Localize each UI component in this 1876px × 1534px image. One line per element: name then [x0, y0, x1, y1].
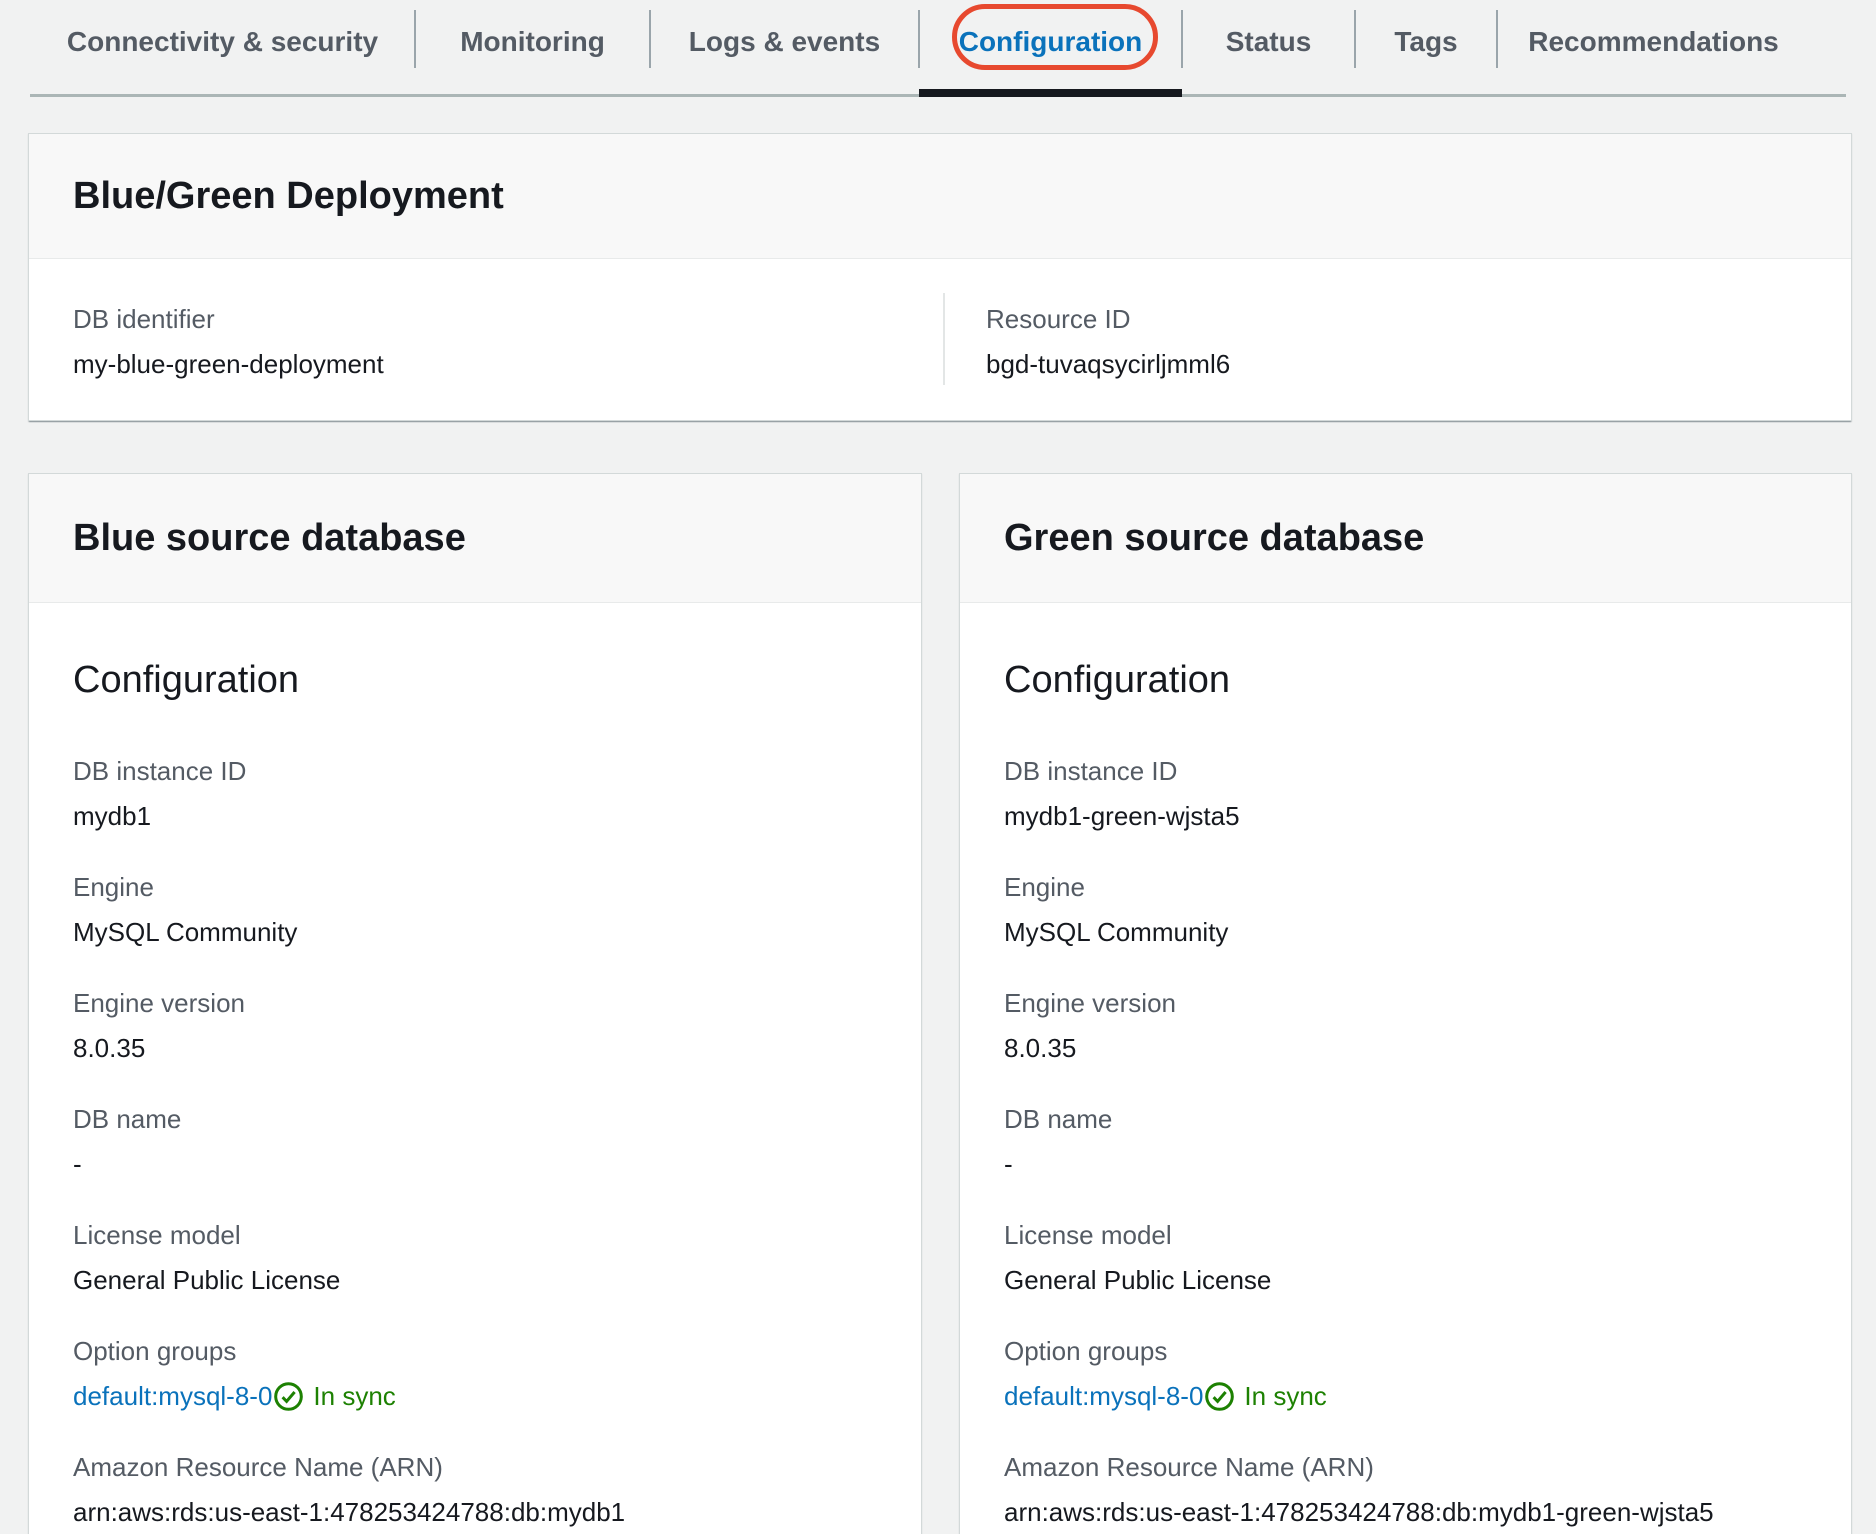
- field-value: bgd-tuvaqsycirljmml6: [986, 346, 1851, 382]
- tab-recommendations[interactable]: Recommendations: [1497, 0, 1810, 97]
- db-instance-id-field: DB instance ID mydb1-green-wjsta5: [1004, 753, 1807, 834]
- license-model-field: License model General Public License: [1004, 1217, 1807, 1298]
- field-label: Resource ID: [986, 301, 1851, 337]
- engine-version-field: Engine version 8.0.35: [1004, 985, 1807, 1066]
- blue-source-database-panel: Blue source database Configuration DB in…: [28, 473, 922, 1534]
- tab-status[interactable]: Status: [1182, 0, 1355, 97]
- field-label: DB name: [1004, 1101, 1807, 1137]
- tab-label: Status: [1226, 26, 1312, 58]
- field-value: -: [1004, 1146, 1807, 1182]
- tab-label: Configuration: [959, 26, 1143, 58]
- tab-logs-events[interactable]: Logs & events: [650, 0, 919, 97]
- field-label: DB name: [73, 1101, 877, 1137]
- engine-version-field: Engine version 8.0.35: [73, 985, 877, 1066]
- panel-body: DB identifier my-blue-green-deployment R…: [29, 259, 1851, 382]
- db-identifier-field: DB identifier my-blue-green-deployment: [29, 259, 943, 382]
- panel-body: Configuration DB instance ID mydb1-green…: [960, 603, 1851, 1530]
- field-value: my-blue-green-deployment: [73, 346, 943, 382]
- arn-field: Amazon Resource Name (ARN) arn:aws:rds:u…: [73, 1449, 877, 1530]
- blue-green-deployment-panel: Blue/Green Deployment DB identifier my-b…: [28, 133, 1852, 421]
- resource-id-field: Resource ID bgd-tuvaqsycirljmml6: [943, 259, 1851, 382]
- sync-status-text: In sync: [1244, 1378, 1326, 1414]
- option-groups-field: Option groups default:mysql-8-0 In sync: [1004, 1333, 1807, 1414]
- field-value: arn:aws:rds:us-east-1:478253424788:db:my…: [73, 1494, 877, 1530]
- field-value: MySQL Community: [1004, 914, 1807, 950]
- panel-title: Blue source database: [73, 517, 466, 560]
- field-value: mydb1: [73, 798, 877, 834]
- panel-title: Blue/Green Deployment: [73, 175, 504, 218]
- option-group-link[interactable]: default:mysql-8-0: [73, 1378, 272, 1414]
- db-name-field: DB name -: [1004, 1101, 1807, 1182]
- field-label: License model: [73, 1217, 877, 1253]
- green-source-database-panel: Green source database Configuration DB i…: [959, 473, 1852, 1534]
- engine-field: Engine MySQL Community: [73, 869, 877, 950]
- field-label: Option groups: [1004, 1333, 1807, 1369]
- field-value: MySQL Community: [73, 914, 877, 950]
- field-label: Option groups: [73, 1333, 877, 1369]
- field-label: Engine: [73, 869, 877, 905]
- field-value: General Public License: [1004, 1262, 1807, 1298]
- tab-connectivity-security[interactable]: Connectivity & security: [30, 0, 415, 97]
- field-label: Engine version: [73, 985, 877, 1021]
- field-label: Amazon Resource Name (ARN): [1004, 1449, 1807, 1485]
- check-circle-icon: [1204, 1381, 1235, 1412]
- tab-label: Tags: [1394, 26, 1457, 58]
- field-label: DB identifier: [73, 301, 943, 337]
- field-value: 8.0.35: [1004, 1030, 1807, 1066]
- field-label: DB instance ID: [1004, 753, 1807, 789]
- arn-field: Amazon Resource Name (ARN) arn:aws:rds:u…: [1004, 1449, 1807, 1530]
- engine-field: Engine MySQL Community: [1004, 869, 1807, 950]
- tab-label: Connectivity & security: [67, 26, 378, 58]
- panel-header: Green source database: [960, 474, 1851, 603]
- panel-title: Green source database: [1004, 517, 1424, 560]
- field-label: Engine version: [1004, 985, 1807, 1021]
- tab-label: Monitoring: [460, 26, 605, 58]
- panel-header: Blue source database: [29, 474, 921, 603]
- active-tab-underline: [919, 89, 1182, 97]
- configuration-section-heading: Configuration: [73, 603, 877, 704]
- field-label: Amazon Resource Name (ARN): [73, 1449, 877, 1485]
- panel-body: Configuration DB instance ID mydb1 Engin…: [29, 603, 921, 1530]
- tab-configuration[interactable]: Configuration: [919, 0, 1182, 97]
- field-value: General Public License: [73, 1262, 877, 1298]
- license-model-field: License model General Public License: [73, 1217, 877, 1298]
- field-label: DB instance ID: [73, 753, 877, 789]
- field-value: -: [73, 1146, 877, 1182]
- column-divider: [943, 293, 945, 385]
- db-instance-id-field: DB instance ID mydb1: [73, 753, 877, 834]
- check-circle-icon: [273, 1381, 304, 1412]
- tab-tags[interactable]: Tags: [1355, 0, 1497, 97]
- option-groups-field: Option groups default:mysql-8-0 In sync: [73, 1333, 877, 1414]
- field-value: 8.0.35: [73, 1030, 877, 1066]
- db-name-field: DB name -: [73, 1101, 877, 1182]
- field-value: mydb1-green-wjsta5: [1004, 798, 1807, 834]
- field-label: License model: [1004, 1217, 1807, 1253]
- tab-monitoring[interactable]: Monitoring: [415, 0, 650, 97]
- option-group-link[interactable]: default:mysql-8-0: [1004, 1378, 1203, 1414]
- configuration-section-heading: Configuration: [1004, 603, 1807, 704]
- sync-status-text: In sync: [313, 1378, 395, 1414]
- tab-label: Recommendations: [1528, 26, 1779, 58]
- tab-label: Logs & events: [689, 26, 880, 58]
- panel-header: Blue/Green Deployment: [29, 134, 1851, 259]
- field-label: Engine: [1004, 869, 1807, 905]
- field-value: arn:aws:rds:us-east-1:478253424788:db:my…: [1004, 1494, 1807, 1530]
- tab-bar: Connectivity & security Monitoring Logs …: [0, 0, 1876, 97]
